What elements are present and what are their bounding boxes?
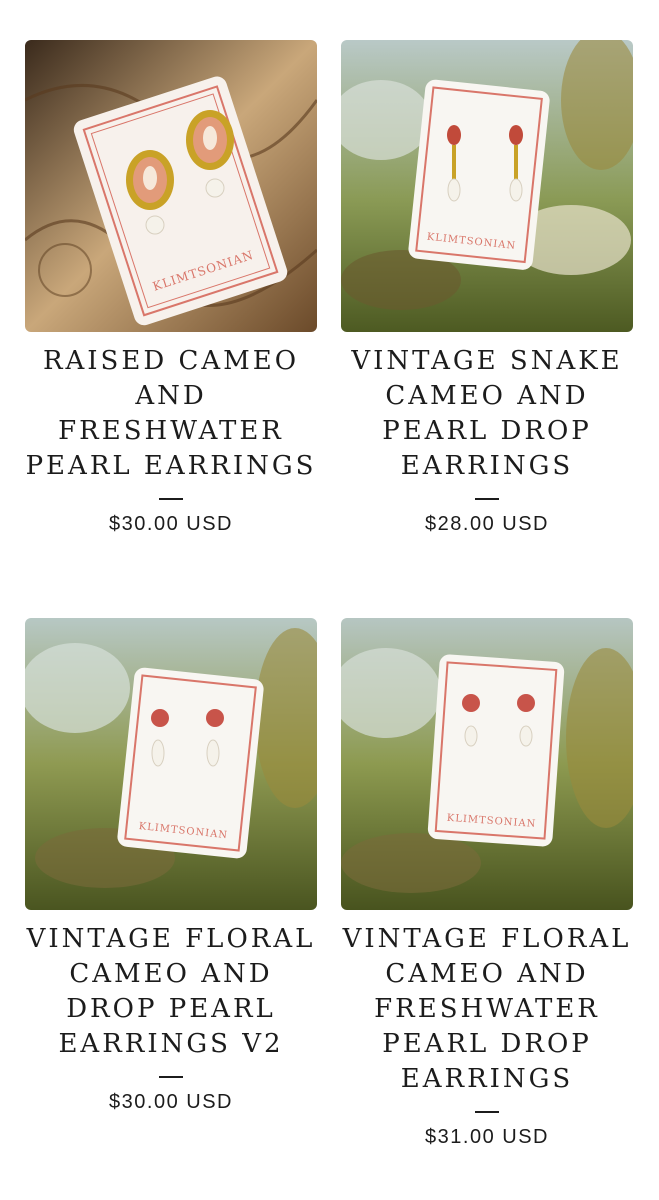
product-image[interactable]: KLIMTSONIAN xyxy=(341,40,633,332)
product-price: $31.00 USD xyxy=(425,1126,549,1148)
floral-cameo-earrings-photo: KLIMTSONIAN xyxy=(25,618,317,910)
cameo-earrings-photo: KLIMTSONIAN xyxy=(25,40,317,332)
product-card[interactable]: KLIMTSONIAN VINTAGE SNAKE CAMEO AND PEAR… xyxy=(341,40,633,536)
divider xyxy=(159,498,183,500)
product-price: $28.00 USD xyxy=(425,513,549,535)
divider xyxy=(475,498,499,500)
floral-cameo-pearl-earrings-photo: KLIMTSONIAN xyxy=(341,618,633,910)
product-card[interactable]: KLIMTSONIAN VINTAGE FLORAL CAMEO AND FRE… xyxy=(341,618,633,1149)
product-title[interactable]: VINTAGE FLORAL CAMEO AND DROP PEARL EARR… xyxy=(25,910,317,1062)
product-image[interactable]: KLIMTSONIAN xyxy=(25,618,317,910)
product-card[interactable]: KLIMTSONIAN VINTAGE FLORAL CAMEO AND DRO… xyxy=(25,618,317,1114)
divider xyxy=(159,1076,183,1078)
divider xyxy=(475,1111,499,1113)
product-price: $30.00 USD xyxy=(109,513,233,535)
product-title[interactable]: VINTAGE FLORAL CAMEO AND FRESHWATER PEAR… xyxy=(341,910,633,1097)
product-card[interactable]: KLIMTSONIAN RAISED CAMEO AND FRESHWATER … xyxy=(25,40,317,536)
product-image[interactable]: KLIMTSONIAN xyxy=(25,40,317,332)
product-image[interactable]: KLIMTSONIAN xyxy=(341,618,633,910)
product-price: $30.00 USD xyxy=(109,1091,233,1113)
product-title[interactable]: VINTAGE SNAKE CAMEO AND PEARL DROP EARRI… xyxy=(341,332,633,484)
product-title[interactable]: RAISED CAMEO AND FRESHWATER PEARL EARRIN… xyxy=(25,332,317,484)
snake-cameo-earrings-photo: KLIMTSONIAN xyxy=(341,40,633,332)
